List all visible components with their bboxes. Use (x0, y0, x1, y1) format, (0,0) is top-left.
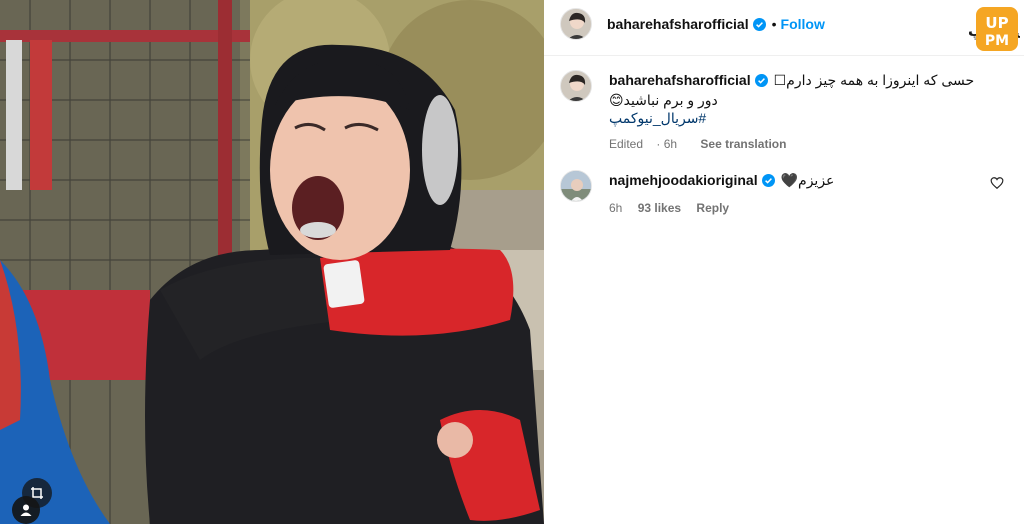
comment-reply-button[interactable]: Reply (696, 201, 729, 215)
author-avatar[interactable] (560, 8, 592, 40)
comment-like-button[interactable] (990, 176, 1008, 194)
profile-photo-icon (561, 9, 591, 39)
heart-outline-icon (990, 177, 1004, 194)
post-photo[interactable] (0, 0, 544, 524)
verified-badge-icon (761, 173, 775, 191)
comment-meta: 6h 93 likes Reply (609, 199, 969, 217)
caption-text-line2: دور و برم نباشید😊 (609, 92, 718, 108)
author-username[interactable]: baharehafsharofficial (607, 16, 749, 32)
comment-body: najmehjoodakioriginal عزیزم🖤 6h 93 likes … (609, 171, 969, 217)
profile-photo-icon (561, 171, 591, 201)
post-details-panel: baharehafsharofficial •Follow پی ام آپ UP… (544, 0, 1024, 524)
watermark-badge-pm: PM (985, 33, 1009, 49)
pmup-watermark-logo: پی ام آپ UP PM (914, 6, 1024, 54)
edited-label: Edited · 6h (609, 137, 678, 151)
commenter-avatar[interactable] (560, 170, 592, 202)
caption-hashtag[interactable]: #سریال_نیوکمپ (609, 109, 999, 127)
photo-illustration (0, 0, 544, 524)
caption-first-line: baharehafsharofficial حسی که اینروزا به ه… (609, 71, 999, 91)
comment-text: عزیزم🖤 (780, 172, 835, 188)
caption-body: baharehafsharofficial حسی که اینروزا به ه… (609, 71, 999, 153)
comment-time: 6h (609, 201, 623, 215)
caption-username[interactable]: baharehafsharofficial (609, 72, 751, 88)
commenter-username[interactable]: najmehjoodakioriginal (609, 172, 758, 188)
comment-line: najmehjoodakioriginal عزیزم🖤 (609, 171, 969, 191)
follow-button[interactable]: Follow (781, 16, 825, 32)
verified-badge-icon (752, 18, 766, 34)
caption-text-line1: حسی که اینروزا به همه چیز دارم☐ (773, 72, 975, 88)
tagged-users-button[interactable] (12, 496, 40, 524)
instagram-post-modal: baharehafsharofficial •Follow پی ام آپ UP… (0, 0, 1024, 524)
verified-badge-icon (754, 73, 768, 91)
comment-likes[interactable]: 93 likes (638, 201, 681, 215)
separator-dot: • (771, 16, 777, 32)
header-user-line: baharehafsharofficial • Follow (607, 16, 825, 34)
caption-meta: Edited · 6h See translation (609, 135, 999, 153)
post-header: baharehafsharofficial •Follow پی ام آپ UP… (544, 0, 1024, 56)
caption-author-avatar[interactable] (560, 70, 592, 102)
profile-photo-icon (561, 71, 591, 101)
user-tag-icon (19, 503, 33, 517)
watermark-badge-up: UP (985, 14, 1008, 32)
see-translation-link[interactable]: See translation (700, 137, 786, 151)
